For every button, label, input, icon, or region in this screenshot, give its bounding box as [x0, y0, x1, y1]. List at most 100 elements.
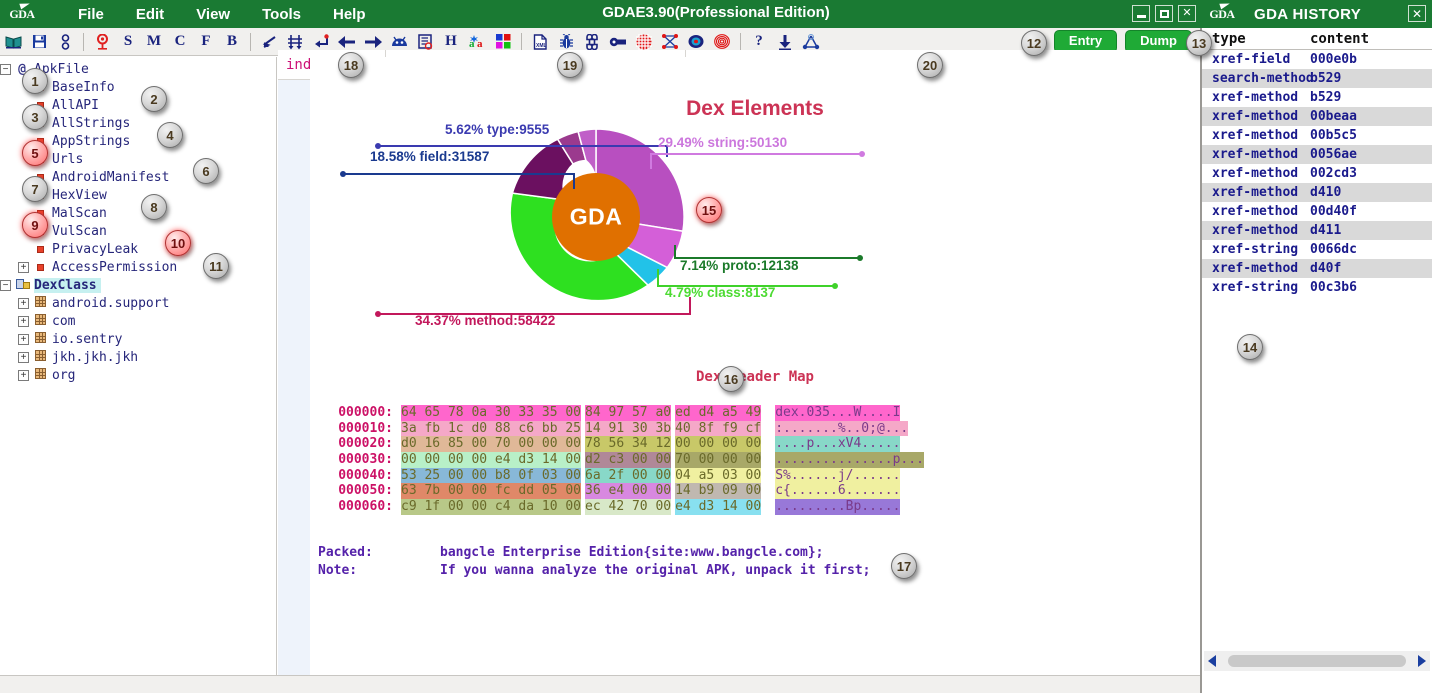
tree-item-dexclass[interactable]: −DexClass: [0, 276, 276, 294]
method-icon[interactable]: M: [141, 29, 167, 55]
marker-icon[interactable]: [89, 29, 115, 55]
tree-item-vulscan[interactable]: VulScan: [18, 222, 276, 240]
red-square-icon: [33, 260, 47, 275]
tree-item-appstrings[interactable]: AppStrings: [18, 132, 276, 150]
hex-row: 000040:53 25 00 00 b8 0f 03 006a 2f 00 0…: [310, 468, 1200, 484]
history-column-content[interactable]: content: [1310, 31, 1432, 47]
annotation-badge-10: 10: [165, 230, 191, 256]
history-row[interactable]: xref-method00b5c5: [1202, 126, 1432, 145]
tree-item-urls[interactable]: Urls: [18, 150, 276, 168]
close-button[interactable]: ✕: [1178, 5, 1196, 22]
hex-ascii: ....p...xV4.....: [775, 436, 900, 452]
history-panel-header: GDA GDA HISTORY ✕: [1200, 0, 1432, 28]
chart-label-string: 29.49% string:50130: [658, 135, 787, 150]
history-logo-text: GDA: [1209, 8, 1234, 20]
history-row-content: d410: [1310, 185, 1432, 200]
history-row-type: xref-method: [1202, 185, 1310, 200]
expand-icon[interactable]: +: [18, 370, 29, 381]
field-icon[interactable]: F: [193, 29, 219, 55]
string-icon[interactable]: S: [115, 29, 141, 55]
tree-item-org[interactable]: +org: [18, 366, 276, 384]
expand-icon[interactable]: +: [18, 352, 29, 363]
package-icon: [33, 314, 47, 329]
packed-value: bangcle Enterprise Edition{site:www.bang…: [440, 544, 824, 562]
scroll-right-arrow-icon[interactable]: [1414, 651, 1430, 671]
leader-field: [340, 170, 585, 188]
history-row[interactable]: xref-field000e0b: [1202, 50, 1432, 69]
hex-dump-view[interactable]: 000000:64 65 78 0a 30 33 35 0084 97 57 a…: [310, 405, 1200, 515]
history-close-button[interactable]: ✕: [1408, 5, 1426, 22]
chart-title: Dex Elements: [310, 97, 1200, 121]
history-row[interactable]: xref-string0066dc: [1202, 240, 1432, 259]
history-row-type: xref-method: [1202, 261, 1310, 276]
tree-item-io-sentry[interactable]: + io.sentry: [18, 330, 276, 348]
hex-bytes-group-2: ec 42 70 00: [585, 499, 671, 515]
history-row[interactable]: xref-method002cd3: [1202, 164, 1432, 183]
donut-center-label: GDA: [570, 204, 623, 231]
expand-icon[interactable]: +: [18, 334, 29, 345]
hex-bytes-group-2: 6a 2f 00 00: [585, 468, 671, 484]
note-label: Note:: [318, 562, 440, 580]
scrollbar-thumb[interactable]: [1228, 655, 1406, 667]
packed-note-block: Packed: bangcle Enterprise Edition{site:…: [318, 544, 1198, 580]
menu-item-file[interactable]: File: [62, 4, 120, 25]
tree-item-jkh-jkh-jkh[interactable]: +jkh.jkh.jkh: [18, 348, 276, 366]
hex-bytes-group-3: 70 00 00 00: [675, 452, 761, 468]
expand-icon[interactable]: +: [18, 316, 29, 327]
history-row[interactable]: xref-methodd410: [1202, 183, 1432, 202]
title-bar-left: GDA File Edit View Tools Help: [0, 1, 382, 27]
tree-item-accesspermission[interactable]: +AccessPermission: [18, 258, 276, 276]
annotation-badge-11: 11: [203, 253, 229, 279]
annotation-badge-18: 18: [338, 52, 364, 78]
history-row[interactable]: search-methodb529: [1202, 69, 1432, 88]
history-row[interactable]: xref-method00beaa: [1202, 107, 1432, 126]
bytecode-icon[interactable]: B: [219, 29, 245, 55]
app-logo: GDA: [4, 1, 40, 27]
tree-item-android-support[interactable]: +android.support: [18, 294, 276, 312]
menu-item-edit[interactable]: Edit: [120, 4, 180, 25]
history-row[interactable]: xref-methodd40f: [1202, 259, 1432, 278]
open-book-icon[interactable]: [0, 29, 26, 55]
tree-item-privacyleak[interactable]: PrivacyLeak: [18, 240, 276, 258]
hex-bytes-group-2: d2 c3 00 00: [585, 452, 671, 468]
history-row[interactable]: xref-string00c3b6: [1202, 278, 1432, 297]
dex-icon: [15, 278, 29, 293]
scroll-left-arrow-icon[interactable]: [1204, 651, 1220, 671]
minimize-button[interactable]: [1132, 5, 1150, 22]
menu-item-tools[interactable]: Tools: [246, 4, 317, 25]
collapse-icon[interactable]: −: [0, 64, 11, 75]
class-icon[interactable]: C: [167, 29, 193, 55]
chart-label-method: 34.37% method:58422: [415, 313, 555, 328]
hex-row: 000020:d0 16 85 00 70 00 00 0078 56 34 1…: [310, 436, 1200, 452]
history-column-type[interactable]: type: [1202, 31, 1310, 47]
hex-bytes-group-1: c9 1f 00 00 c4 da 10 00: [401, 499, 581, 515]
status-bar: [0, 675, 1200, 693]
tree-item-allstrings[interactable]: AllStrings: [18, 114, 276, 132]
link-icon[interactable]: [52, 29, 78, 55]
save-icon[interactable]: [26, 29, 52, 55]
history-row[interactable]: xref-method0056ae: [1202, 145, 1432, 164]
expand-icon[interactable]: +: [18, 262, 29, 273]
hex-bytes-group-3: 00 00 00 00: [675, 436, 761, 452]
history-table-header: type content: [1202, 28, 1432, 50]
tree-item-androidmanifest[interactable]: AndroidManifest: [18, 168, 276, 186]
history-row[interactable]: xref-method00d40f: [1202, 202, 1432, 221]
history-row-content: 0056ae: [1310, 147, 1432, 162]
package-icon: [33, 296, 47, 311]
menu-item-view[interactable]: View: [180, 4, 246, 25]
history-horizontal-scrollbar[interactable]: [1204, 651, 1430, 671]
menu-item-help[interactable]: Help: [317, 4, 382, 25]
hex-bytes-group-3: e4 d3 14 00: [675, 499, 761, 515]
history-row[interactable]: xref-methodd411: [1202, 221, 1432, 240]
maximize-button[interactable]: [1155, 5, 1173, 22]
expand-icon[interactable]: +: [18, 298, 29, 309]
packed-row: Packed: bangcle Enterprise Edition{site:…: [318, 544, 1198, 562]
tree-item-com[interactable]: +com: [18, 312, 276, 330]
collapse-icon[interactable]: −: [0, 280, 11, 291]
history-row[interactable]: xref-methodb529: [1202, 88, 1432, 107]
note-value: If you wanna analyze the original APK, u…: [440, 562, 870, 580]
toolbar-separator-4: [740, 33, 741, 51]
tree-item-label: io.sentry: [52, 332, 126, 347]
hex-row: 000030:00 00 00 00 e4 d3 14 00d2 c3 00 0…: [310, 452, 1200, 468]
hex-bytes-group-3: 40 8f f9 cf: [675, 421, 761, 437]
